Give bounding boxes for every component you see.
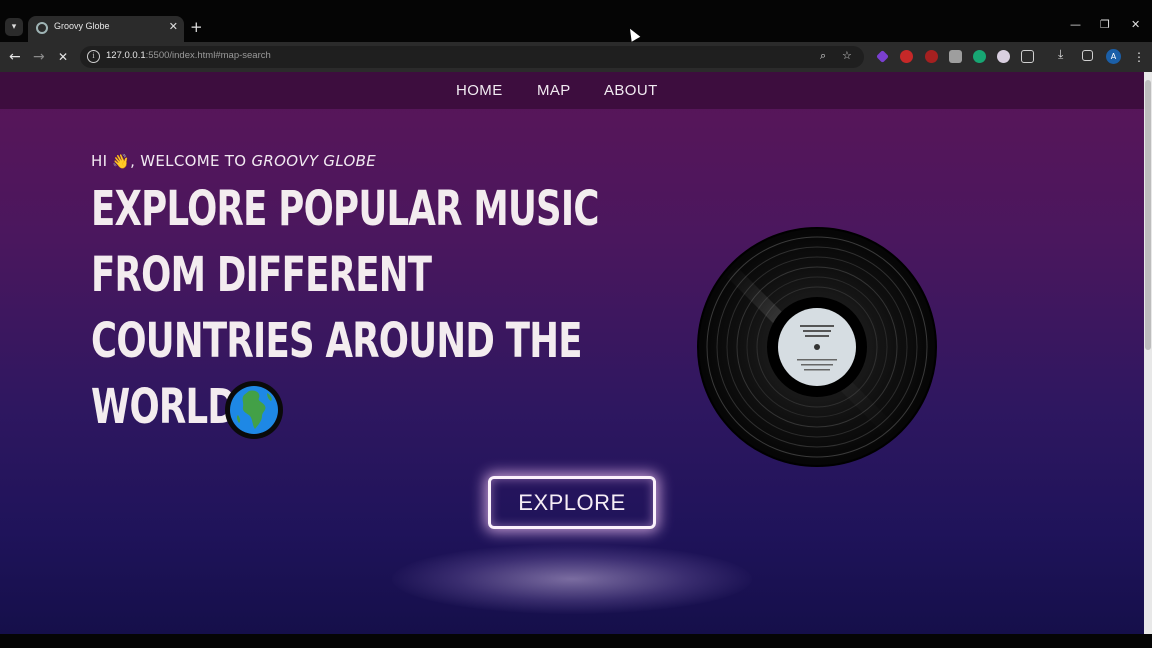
- greeting-text: , WELCOME TO: [130, 152, 247, 170]
- hero-headline: EXPLORE POPULAR MUSIC FROM DIFFERENT COU…: [91, 176, 599, 440]
- site-info-icon[interactable]: i: [87, 50, 100, 63]
- profile-avatar[interactable]: A: [1106, 49, 1121, 64]
- bookmark-star-icon[interactable]: ☆: [842, 49, 852, 62]
- headline-line: COUNTRIES AROUND THE: [91, 313, 582, 369]
- nav-home-link[interactable]: HOME: [456, 82, 503, 99]
- globe-africa-icon: [225, 381, 283, 439]
- tab-title: Groovy Globe: [54, 21, 110, 31]
- url-text[interactable]: 127.0.0.1:5500/index.html#map-search: [106, 50, 271, 61]
- extension-red-shield-icon[interactable]: [900, 50, 913, 63]
- headline-line: EXPLORE POPULAR MUSIC: [91, 181, 599, 237]
- stop-loading-icon[interactable]: ✕: [58, 48, 68, 66]
- window-bottom-edge: [0, 634, 1152, 648]
- headline-line: FROM DIFFERENT: [91, 247, 432, 303]
- browser-tab-strip: ▾ Groovy Globe ✕ + — ❐ ✕: [0, 0, 1152, 42]
- headline-line: WORLD: [91, 379, 237, 435]
- brand-name: GROOVY GLOBE: [251, 152, 376, 170]
- page-scrollbar[interactable]: [1144, 72, 1152, 634]
- forward-icon[interactable]: →: [33, 48, 45, 66]
- minimize-icon[interactable]: —: [1070, 18, 1081, 31]
- tab-close-icon[interactable]: ✕: [169, 20, 178, 33]
- address-bar[interactable]: i 127.0.0.1:5500/index.html#map-search ⌕…: [80, 46, 864, 68]
- menu-icon[interactable]: ⋮: [1133, 48, 1145, 66]
- back-icon[interactable]: ←: [9, 48, 21, 66]
- waving-hand-icon: 👋: [112, 154, 131, 170]
- extension-gray-icon[interactable]: [949, 50, 962, 63]
- extension-purple-icon[interactable]: [876, 50, 889, 63]
- restore-icon[interactable]: ❐: [1100, 18, 1110, 31]
- download-icon[interactable]: ⤓: [1058, 47, 1071, 61]
- page-viewport: HOME MAP ABOUT HI 👋, WELCOME TO GROOVY G…: [0, 72, 1144, 634]
- scrollbar-thumb[interactable]: [1145, 80, 1151, 350]
- side-panel-icon[interactable]: [1082, 50, 1093, 61]
- tab-search-button[interactable]: ▾: [5, 18, 23, 36]
- button-floor-glow: [392, 544, 752, 614]
- extensions-puzzle-icon[interactable]: [1021, 50, 1034, 63]
- extension-color-icon[interactable]: [997, 50, 1010, 63]
- explore-button[interactable]: EXPLORE: [488, 476, 656, 529]
- site-favicon-icon: [36, 22, 48, 34]
- vinyl-record-icon: [697, 227, 937, 467]
- nav-map-link[interactable]: MAP: [537, 82, 571, 99]
- new-tab-button[interactable]: +: [190, 18, 203, 36]
- browser-toolbar: ← → ✕ i 127.0.0.1:5500/index.html#map-se…: [0, 42, 1152, 72]
- extension-red-icon[interactable]: [925, 50, 938, 63]
- browser-tab[interactable]: Groovy Globe ✕: [28, 16, 184, 42]
- zoom-icon[interactable]: ⌕: [820, 49, 826, 63]
- hero-greeting: HI 👋, WELCOME TO GROOVY GLOBE: [91, 152, 376, 170]
- greeting-prefix: HI: [91, 152, 108, 170]
- close-window-icon[interactable]: ✕: [1131, 18, 1140, 31]
- grammarly-icon[interactable]: [973, 50, 986, 63]
- nav-about-link[interactable]: ABOUT: [604, 82, 658, 99]
- site-navbar: HOME MAP ABOUT: [0, 72, 1144, 109]
